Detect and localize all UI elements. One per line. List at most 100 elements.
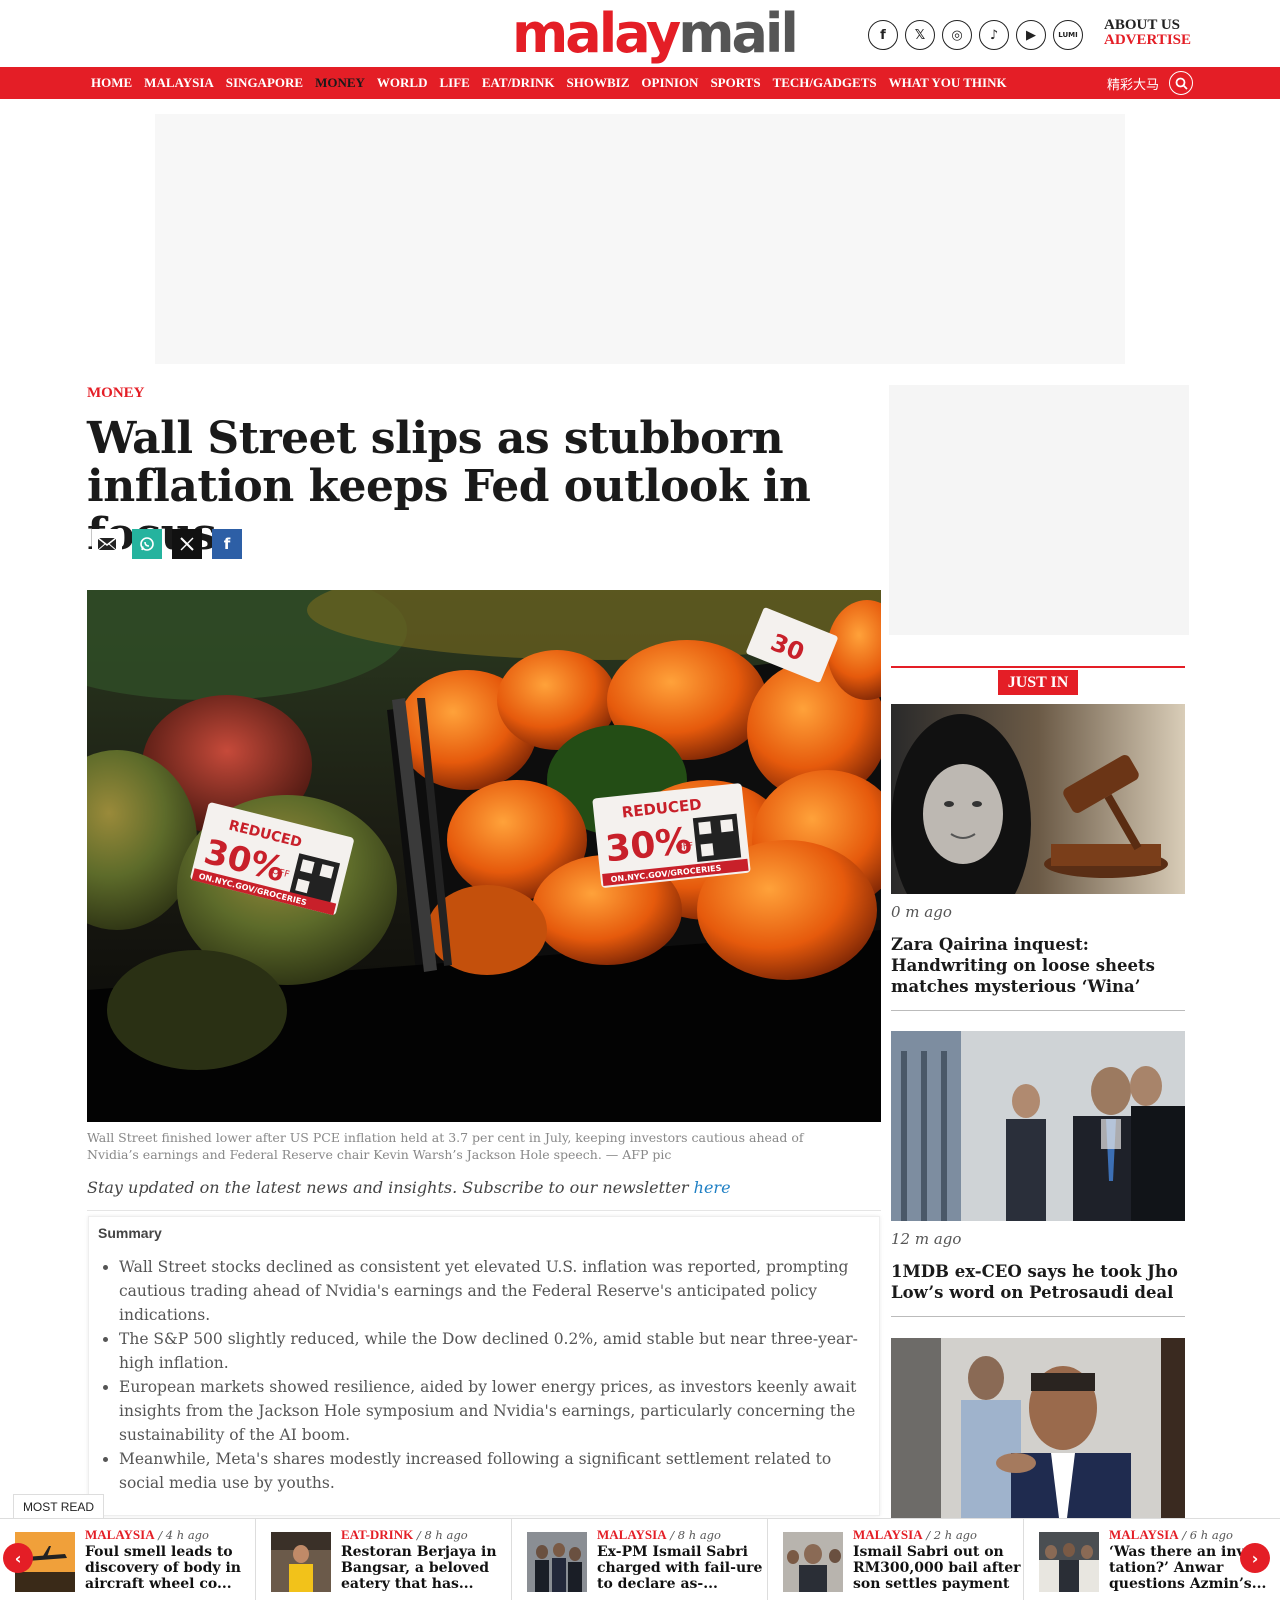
tiktok-icon[interactable]: ♪ bbox=[979, 20, 1009, 50]
most-read-category[interactable]: MALAYSIA bbox=[597, 1527, 667, 1542]
nav-item-eat-drink[interactable]: EAT/DRINK bbox=[482, 75, 555, 91]
newsletter-prompt: Stay updated on the latest news and insi… bbox=[87, 1178, 731, 1197]
most-read-time: / 6 h ago bbox=[1182, 1528, 1233, 1542]
most-read-thumbnail bbox=[527, 1532, 587, 1592]
just-in-rule bbox=[891, 666, 1185, 668]
parliament-thumbnail bbox=[1039, 1532, 1099, 1592]
summary-title: Summary bbox=[98, 1225, 162, 1241]
nav-item-life[interactable]: LIFE bbox=[439, 75, 469, 91]
divider bbox=[87, 1210, 881, 1211]
nav-item-tech-gadgets[interactable]: TECH/GADGETS bbox=[773, 75, 877, 91]
most-read-prev-button[interactable]: ‹ bbox=[3, 1543, 33, 1573]
nav-item-world[interactable]: WORLD bbox=[377, 75, 428, 91]
summary-list: Wall Street stocks declined as consisten… bbox=[119, 1255, 864, 1495]
newsletter-link[interactable]: here bbox=[694, 1178, 731, 1197]
youtube-icon[interactable]: ▶ bbox=[1016, 20, 1046, 50]
svg-text:OFF: OFF bbox=[675, 841, 693, 853]
chevron-right-icon: › bbox=[1251, 1548, 1259, 1568]
email-icon bbox=[97, 537, 117, 551]
just-in-label: JUST IN bbox=[998, 670, 1078, 695]
nav-item-malaysia[interactable]: MALAYSIA bbox=[144, 75, 214, 91]
most-read-headline[interactable]: Ex-PM Ismail Sabri charged with fail-ure… bbox=[597, 1544, 777, 1592]
share-facebook-button[interactable]: f bbox=[212, 529, 242, 559]
nav-items: HOME MALAYSIA SINGAPORE MONEY WORLD LIFE EAT/D… bbox=[91, 67, 1007, 99]
top-ad-slot bbox=[155, 114, 1125, 364]
just-in-headline[interactable]: 1MDB ex-CEO says he took Jho Low’s word … bbox=[891, 1261, 1181, 1303]
most-read-divider bbox=[511, 1519, 512, 1600]
summary-point: Wall Street stocks declined as consisten… bbox=[119, 1255, 864, 1327]
article-category[interactable]: MONEY bbox=[87, 385, 145, 402]
just-in-divider bbox=[891, 1316, 1185, 1317]
nav-item-opinion[interactable]: OPINION bbox=[641, 75, 698, 91]
search-button[interactable] bbox=[1169, 71, 1194, 95]
most-read-divider bbox=[255, 1519, 256, 1600]
about-us-link[interactable]: ABOUT US bbox=[1104, 18, 1191, 33]
most-read-bar: MALAYSIA / 4 h ago Foul smell leads to d… bbox=[0, 1518, 1280, 1600]
nav-item-singapore[interactable]: SINGAPORE bbox=[226, 75, 303, 91]
just-in-time: 12 m ago bbox=[891, 1230, 962, 1248]
just-in-divider bbox=[891, 1010, 1185, 1011]
share-x-button[interactable] bbox=[172, 529, 202, 559]
just-in-image[interactable] bbox=[891, 1031, 1185, 1221]
nav-item-home[interactable]: HOME bbox=[91, 75, 132, 91]
most-read-meta: EAT-DRINK / 8 h ago bbox=[341, 1527, 468, 1543]
most-read-time: / 8 h ago bbox=[670, 1528, 721, 1542]
site-logo[interactable]: malaymail bbox=[512, 4, 799, 64]
just-in-headline[interactable]: Zara Qairina inquest: Handwriting on loo… bbox=[891, 934, 1181, 997]
nav-item-what-you-think[interactable]: WHAT YOU THINK bbox=[889, 75, 1007, 91]
just-in-time: 0 m ago bbox=[891, 903, 952, 921]
sidebar-ad-slot bbox=[889, 385, 1189, 635]
nav-right: 精彩大马 bbox=[1107, 67, 1194, 99]
whatsapp-icon bbox=[140, 537, 154, 551]
nav-item-money[interactable]: MONEY bbox=[315, 75, 365, 91]
site-header: malaymail f 𝕏 ◎ ♪ ▶ LUMI ABOUT US ADVERT… bbox=[0, 0, 1280, 67]
facebook-icon[interactable]: f bbox=[868, 20, 898, 50]
summary-point: European markets showed resilience, aide… bbox=[119, 1375, 864, 1447]
just-in-image[interactable] bbox=[891, 1338, 1185, 1518]
advertise-link[interactable]: ADVERTISE bbox=[1104, 33, 1191, 48]
share-buttons: f bbox=[92, 529, 242, 559]
most-read-next-button[interactable]: › bbox=[1240, 1543, 1270, 1573]
search-icon bbox=[1175, 77, 1188, 90]
most-read-category[interactable]: MALAYSIA bbox=[853, 1527, 923, 1542]
most-read-item[interactable]: MALAYSIA / 4 h ago Foul smell leads to d… bbox=[15, 1527, 270, 1597]
most-read-item[interactable]: EAT-DRINK / 8 h ago Restoran Berjaya in … bbox=[271, 1527, 526, 1597]
most-read-headline[interactable]: Restoran Berjaya in Bangsar, a beloved e… bbox=[341, 1544, 521, 1592]
lumi-icon[interactable]: LUMI bbox=[1053, 20, 1083, 50]
most-read-meta: MALAYSIA / 6 h ago bbox=[1109, 1527, 1233, 1543]
most-read-meta: MALAYSIA / 8 h ago bbox=[597, 1527, 721, 1543]
image-caption: Wall Street finished lower after US PCE … bbox=[87, 1130, 804, 1162]
most-read-item[interactable]: MALAYSIA / 8 h ago Ex-PM Ismail Sabri ch… bbox=[527, 1527, 782, 1597]
most-read-category[interactable]: EAT-DRINK bbox=[341, 1527, 413, 1542]
restaurant-thumbnail bbox=[271, 1532, 331, 1592]
nav-item-showbiz[interactable]: SHOWBIZ bbox=[567, 75, 630, 91]
most-read-time: / 8 h ago bbox=[416, 1528, 468, 1542]
most-read-headline[interactable]: Ismail Sabri out on RM300,000 bail after… bbox=[853, 1544, 1033, 1592]
court-thumbnail bbox=[891, 1031, 1185, 1221]
instagram-icon[interactable]: ◎ bbox=[942, 20, 972, 50]
x-logo-icon bbox=[180, 537, 194, 551]
most-read-time: / 4 h ago bbox=[158, 1528, 209, 1542]
most-read-category[interactable]: MALAYSIA bbox=[85, 1527, 155, 1542]
summary-point: The S&P 500 slightly reduced, while the … bbox=[119, 1327, 864, 1375]
nav-item-sports[interactable]: SPORTS bbox=[710, 75, 760, 91]
chevron-left-icon: ‹ bbox=[14, 1548, 22, 1568]
most-read-item[interactable]: MALAYSIA / 2 h ago Ismail Sabri out on R… bbox=[783, 1527, 1038, 1597]
share-whatsapp-button[interactable] bbox=[132, 529, 162, 559]
most-read-tab[interactable]: MOST READ bbox=[13, 1494, 104, 1519]
x-icon[interactable]: 𝕏 bbox=[905, 20, 935, 50]
share-email-button[interactable] bbox=[92, 529, 122, 559]
most-read-meta: MALAYSIA / 2 h ago bbox=[853, 1527, 977, 1543]
nav-chinese-edition[interactable]: 精彩大马 bbox=[1107, 74, 1159, 93]
crowd-thumbnail bbox=[527, 1532, 587, 1592]
social-links: f 𝕏 ◎ ♪ ▶ LUMI bbox=[868, 20, 1083, 50]
most-read-thumbnail bbox=[271, 1532, 331, 1592]
main-nav: HOME MALAYSIA SINGAPORE MONEY WORLD LIFE EAT/D… bbox=[0, 67, 1280, 99]
just-in-image[interactable] bbox=[891, 704, 1185, 894]
summary-point: Meanwhile, Meta's shares modestly increa… bbox=[119, 1447, 864, 1495]
court-crowd-thumbnail bbox=[783, 1532, 843, 1592]
most-read-headline[interactable]: Foul smell leads to discovery of body in… bbox=[85, 1544, 265, 1592]
produce-photo: REDUCED 30% OFF ON.NYC.GOV/GROCERIES RED… bbox=[87, 590, 881, 1122]
most-read-divider bbox=[1023, 1519, 1024, 1600]
most-read-category[interactable]: MALAYSIA bbox=[1109, 1527, 1179, 1542]
